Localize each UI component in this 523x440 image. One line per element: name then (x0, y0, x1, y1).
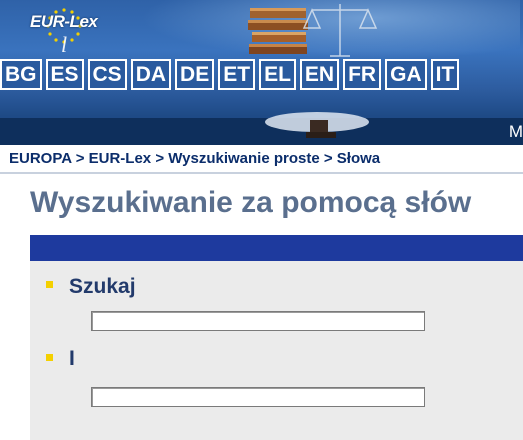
logo-text: EUR-Lex (30, 12, 98, 31)
breadcrumb-link-simple-search[interactable]: Wyszukiwanie proste (168, 150, 319, 167)
search-panel-header (30, 235, 523, 261)
breadcrumb-current: Słowa (336, 150, 381, 167)
svg-text:l: l (61, 32, 67, 56)
banner-cutoff-text[interactable]: M (509, 122, 523, 142)
language-button-da[interactable]: DA (130, 58, 172, 90)
language-button-et[interactable]: ET (218, 58, 256, 90)
search-input[interactable] (91, 311, 425, 331)
breadcrumb-link-europa[interactable]: EUROPA (9, 150, 72, 167)
and-input[interactable] (91, 387, 425, 407)
language-button-bg[interactable]: BG (0, 58, 42, 90)
breadcrumb-separator: > (155, 150, 165, 167)
language-button-it[interactable]: IT (430, 58, 460, 90)
language-button-cs[interactable]: CS (87, 58, 127, 90)
language-button-de[interactable]: DE (175, 58, 215, 90)
language-button-fr[interactable]: FR (343, 58, 382, 90)
search-field-label: Szukaj (69, 275, 136, 298)
language-button-es[interactable]: ES (45, 58, 84, 90)
breadcrumb-separator: > (323, 150, 333, 167)
breadcrumb-separator: > (75, 150, 85, 167)
language-button-el[interactable]: EL (259, 58, 296, 90)
language-button-en[interactable]: EN (299, 58, 340, 90)
and-field-label: I (69, 347, 75, 370)
header-banner: l EUR-Lex BG ES CS DA DE ET EL EN FR GA … (0, 0, 523, 145)
desk-lamp-illustration-icon (265, 112, 369, 138)
bullet-icon (46, 281, 53, 288)
bullet-icon (46, 354, 53, 361)
scale-of-justice-icon (302, 4, 378, 57)
language-button-ga[interactable]: GA (385, 58, 427, 90)
language-bar: BG ES CS DA DE ET EL EN FR GA IT (0, 57, 460, 91)
page-title: Wyszukiwanie za pomocą słów (30, 186, 472, 219)
search-panel: Szukaj I (30, 261, 523, 440)
breadcrumb: EUROPA > EUR-Lex > Wyszukiwanie proste >… (9, 150, 380, 167)
breadcrumb-link-eur-lex[interactable]: EUR-Lex (89, 150, 152, 167)
breadcrumb-divider (0, 172, 523, 174)
